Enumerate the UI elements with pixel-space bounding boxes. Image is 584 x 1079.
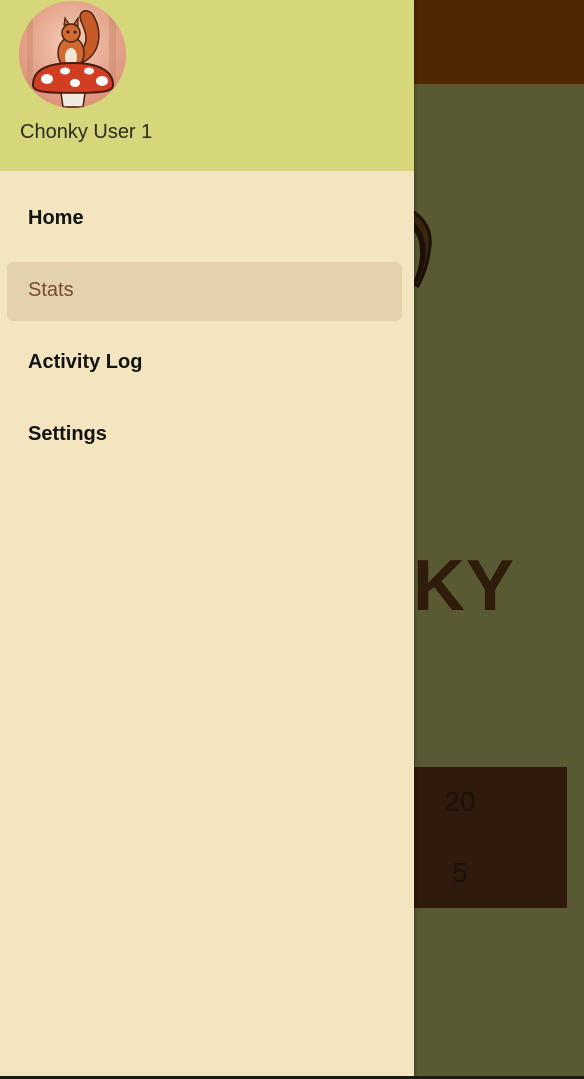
app-screen: IKY 20 5 Chonky User 1 Home Stats Activi… (0, 0, 584, 1079)
navigation-drawer: Chonky User 1 Home Stats Activity Log Se… (0, 0, 414, 1079)
nav-item-label: Home (28, 207, 84, 229)
nav-item-home[interactable]: Home (7, 190, 402, 249)
nav-item-settings[interactable]: Settings (7, 406, 402, 465)
nav-item-stats[interactable]: Stats (7, 262, 402, 321)
drawer-header: Chonky User 1 (0, 0, 414, 171)
stat-value: 20 (444, 786, 476, 817)
stat-value: 5 (452, 857, 468, 888)
nav-item-label: Settings (28, 423, 107, 445)
user-name: Chonky User 1 (20, 121, 153, 143)
nav-item-activity-log[interactable]: Activity Log (7, 334, 402, 393)
squirrel-avatar-icon (19, 1, 126, 108)
user-avatar (19, 1, 126, 108)
nav-item-label: Stats (28, 279, 74, 301)
nav-item-label: Activity Log (28, 351, 143, 373)
